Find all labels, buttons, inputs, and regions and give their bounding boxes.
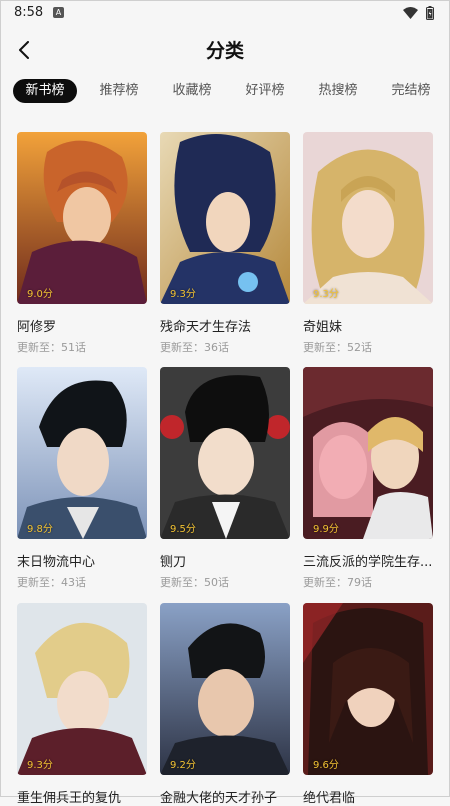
comic-cover[interactable]: 9.5分 <box>160 367 290 539</box>
comic-cover[interactable]: 9.6分 <box>303 603 433 775</box>
tab-top-rated[interactable]: 好评榜 <box>233 79 297 103</box>
comic-card[interactable]: 9.3分 奇姐妹 更新至：52话 <box>303 132 433 355</box>
tab-new-books[interactable]: 新书榜 <box>13 79 77 103</box>
comic-card[interactable]: 9.3分 残命天才生存法 更新至：36话 <box>160 132 290 355</box>
tab-recommended[interactable]: 推荐榜 <box>87 79 151 103</box>
comic-card[interactable]: 9.0分 阿修罗 更新至：51话 <box>17 132 147 355</box>
comic-score: 9.3分 <box>170 289 196 300</box>
comic-score: 9.0分 <box>27 289 53 300</box>
comic-update: 更新至：79话 <box>303 576 372 589</box>
comic-card[interactable]: 9.3分 重生佣兵王的复仇 <box>17 603 147 806</box>
page-title: 分类 <box>205 40 244 62</box>
comic-card[interactable]: 9.5分 铡刀 更新至：50话 <box>160 367 290 590</box>
comic-cover[interactable]: 9.3分 <box>17 603 147 775</box>
comic-update: 更新至：51话 <box>17 341 86 354</box>
comic-title: 残命天才生存法 <box>160 320 252 335</box>
notification-app-icon: A <box>53 7 64 18</box>
comic-score: 9.2分 <box>170 760 196 771</box>
comic-title: 铡刀 <box>160 555 187 570</box>
comic-score: 9.8分 <box>27 524 53 535</box>
comic-cover[interactable]: 9.8分 <box>17 367 147 539</box>
comic-score: 9.3分 <box>27 760 53 771</box>
comic-update: 更新至：43话 <box>17 576 86 589</box>
wifi-icon <box>403 7 418 19</box>
comic-cover[interactable]: 9.2分 <box>160 603 290 775</box>
tab-trending[interactable]: 热搜榜 <box>306 79 370 103</box>
comic-update: 更新至：50话 <box>160 576 229 589</box>
comic-cover[interactable]: 9.3分 <box>160 132 290 304</box>
header: 分类 <box>0 26 450 74</box>
status-time: 8:58 <box>14 5 44 20</box>
comic-card[interactable]: 9.2分 金融大佬的天才孙子 <box>160 603 290 806</box>
comic-update: 更新至：52话 <box>303 341 372 354</box>
comic-score: 9.6分 <box>313 760 339 771</box>
comic-card[interactable]: 9.6分 绝代君临 <box>303 603 433 806</box>
comic-card[interactable]: 9.9分 三流反派的学院生存... 更新至：79话 <box>303 367 433 590</box>
comic-title: 末日物流中心 <box>17 555 96 570</box>
comic-update: 更新至：36话 <box>160 341 229 354</box>
comic-title: 三流反派的学院生存... <box>303 555 433 570</box>
comic-title: 奇姐妹 <box>303 320 343 335</box>
comic-cover[interactable]: 9.9分 <box>303 367 433 539</box>
comic-score: 9.9分 <box>313 524 339 535</box>
comic-cover[interactable]: 9.0分 <box>17 132 147 304</box>
comic-card[interactable]: 9.8分 末日物流中心 更新至：43话 <box>17 367 147 590</box>
comic-title: 阿修罗 <box>17 320 57 335</box>
tab-favorites[interactable]: 收藏榜 <box>160 79 224 103</box>
battery-icon <box>426 6 434 20</box>
comic-cover[interactable]: 9.3分 <box>303 132 433 304</box>
status-bar: 8:58 A <box>0 0 450 26</box>
ranking-tabs: 新书榜 推荐榜 收藏榜 好评榜 热搜榜 完结榜 <box>13 79 443 103</box>
tab-completed[interactable]: 完结榜 <box>379 79 443 103</box>
comic-score: 9.3分 <box>313 289 339 300</box>
comic-score: 9.5分 <box>170 524 196 535</box>
status-indicators <box>403 6 434 20</box>
